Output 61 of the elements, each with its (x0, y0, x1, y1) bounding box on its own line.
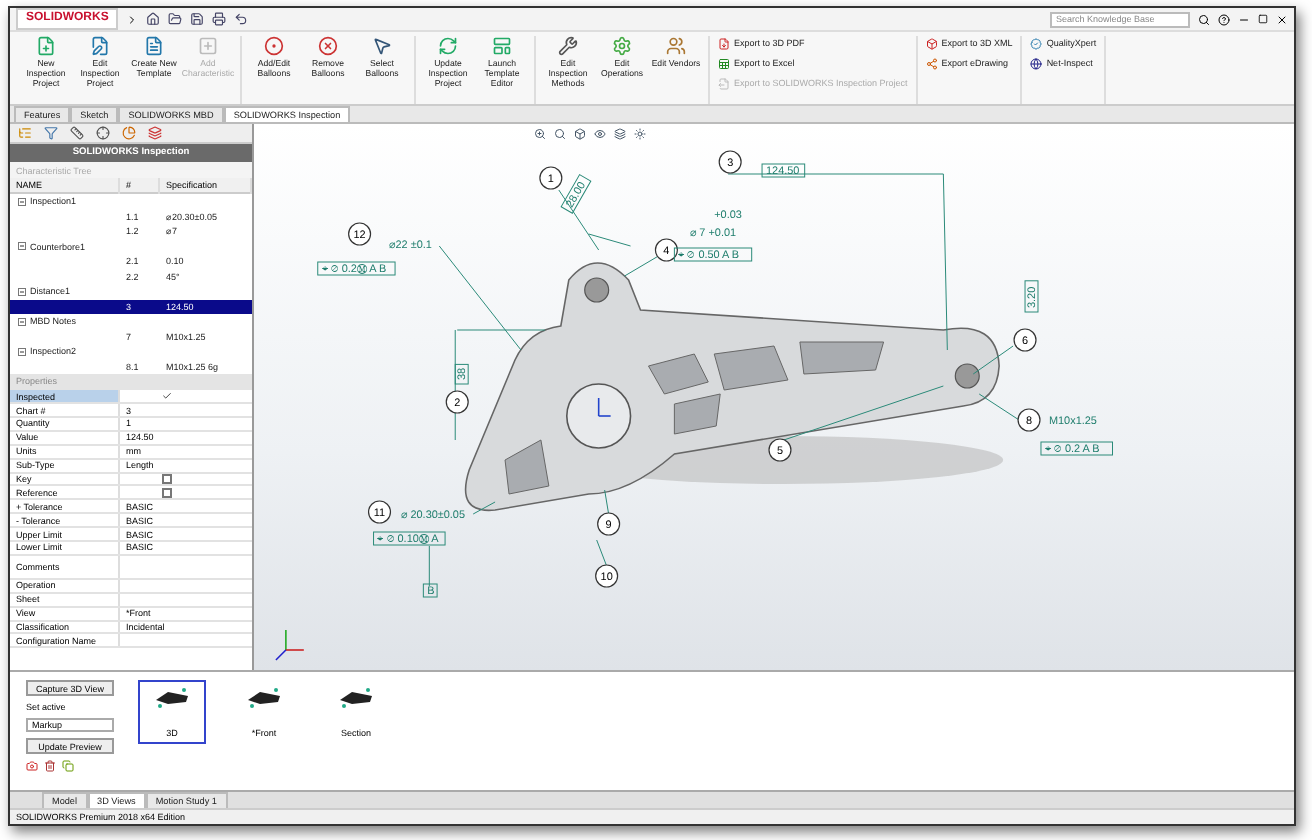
close-icon[interactable] (1276, 13, 1288, 25)
leader-line (596, 539, 608, 567)
globe-icon (1030, 58, 1043, 70)
sun-icon[interactable] (634, 128, 646, 141)
collapse-icon[interactable] (18, 317, 26, 326)
cube-icon[interactable] (574, 128, 586, 141)
part-thumbnail-drawing (244, 686, 284, 711)
cube-icon (925, 38, 938, 50)
balloon-icon (264, 36, 284, 56)
leader-line (978, 393, 1020, 421)
collapse-icon[interactable] (18, 197, 26, 206)
file-plus-icon (36, 36, 56, 56)
spreadsheet-icon (718, 58, 730, 70)
trash-icon[interactable] (44, 760, 56, 773)
checkbox[interactable] (162, 487, 172, 498)
zoom-icon[interactable] (534, 128, 546, 141)
ruler-icon[interactable] (70, 126, 84, 141)
plus-square-icon (198, 36, 218, 56)
eye-icon[interactable] (594, 128, 606, 141)
pointer-icon (372, 36, 392, 56)
minimize-icon[interactable] (1238, 13, 1250, 25)
pdf-file-icon (718, 38, 730, 50)
leader-line (428, 545, 430, 587)
checkbox[interactable] (162, 473, 172, 484)
wrench-icon (558, 36, 578, 56)
save-icon[interactable] (190, 12, 205, 26)
refresh-icon (438, 36, 458, 56)
collapse-icon[interactable] (18, 347, 26, 356)
leader-line (472, 501, 496, 515)
layers-icon[interactable] (148, 126, 162, 141)
circle-x-icon (318, 36, 338, 56)
filter-icon[interactable] (44, 126, 58, 141)
leader-line (972, 345, 1014, 375)
template-icon (492, 36, 512, 56)
pie-icon[interactable] (122, 126, 136, 141)
undo-icon[interactable] (234, 12, 249, 26)
search-icon[interactable] (1198, 13, 1210, 25)
part-thumbnail-drawing (152, 686, 192, 711)
people-icon (666, 36, 686, 56)
collapse-icon[interactable] (18, 242, 26, 251)
layers-icon[interactable] (614, 128, 626, 141)
chevron-icon[interactable] (126, 13, 139, 25)
print-icon[interactable] (212, 12, 227, 26)
collapse-icon[interactable] (18, 287, 26, 296)
maximize-icon[interactable] (1258, 14, 1268, 24)
crosshair-icon[interactable] (96, 126, 110, 141)
help-icon[interactable] (1218, 13, 1230, 25)
part-thumbnail-drawing (336, 686, 376, 711)
leader-line (604, 489, 610, 515)
camera-icon[interactable] (26, 760, 38, 773)
axis-triad-icon (275, 629, 305, 662)
checkbox[interactable] (162, 391, 172, 402)
home-icon[interactable] (146, 12, 161, 26)
file-export-icon (718, 78, 730, 90)
document-icon (144, 36, 164, 56)
badge-check-icon (1030, 38, 1043, 50)
file-edit-icon (90, 36, 110, 56)
leader-line (624, 255, 659, 277)
gear-icon (612, 36, 632, 56)
folder-icon[interactable] (168, 12, 183, 26)
share-icon (925, 58, 938, 70)
